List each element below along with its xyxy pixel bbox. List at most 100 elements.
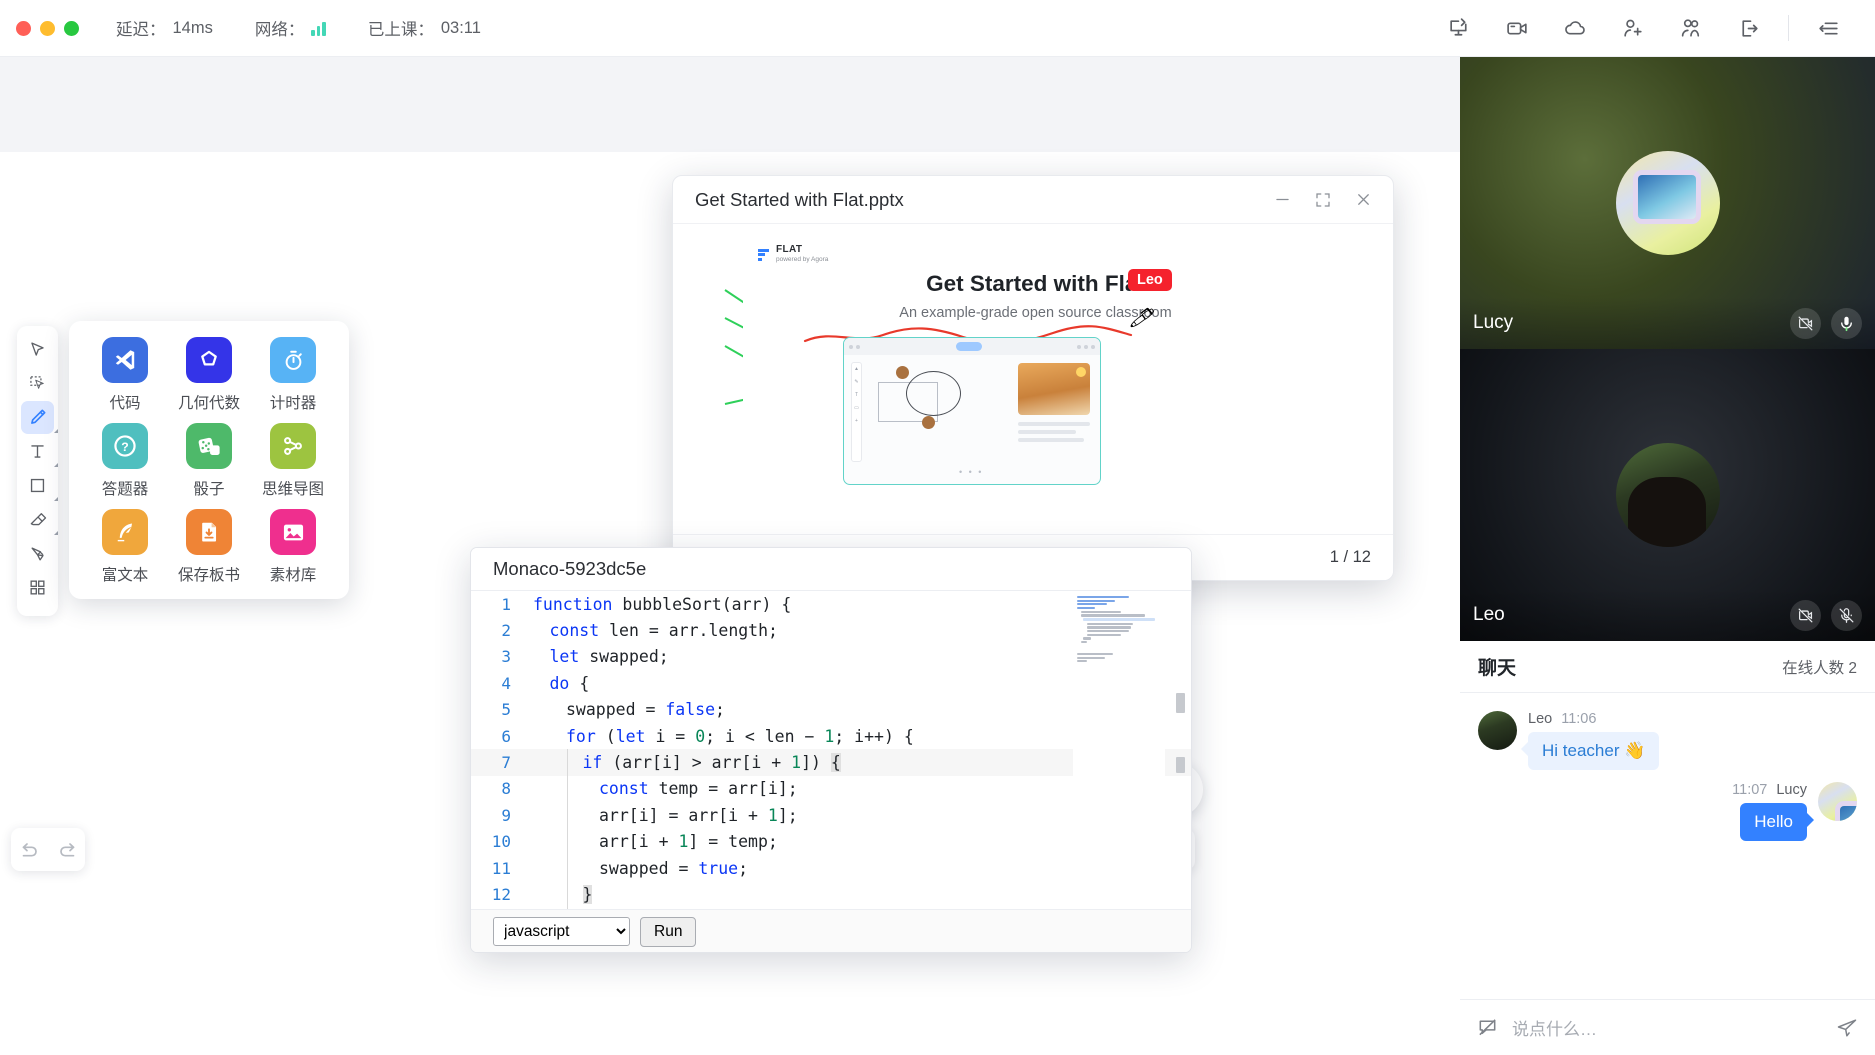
shape-options-corner[interactable] [54,497,58,501]
users-icon[interactable] [1662,6,1720,50]
message-sender: Leo [1528,711,1552,727]
save-board-icon [186,509,232,555]
app-label: 骰子 [193,477,224,499]
code-scrollbar[interactable] [1173,591,1187,909]
ban-chat-icon[interactable] [1476,1016,1499,1039]
mindmap-icon [270,423,316,469]
clean-tool[interactable] [21,537,54,570]
video-tile-leo[interactable]: Leo [1460,349,1875,641]
app-item-timer[interactable]: 计时器 [251,337,335,413]
invite-user-icon[interactable] [1604,6,1662,50]
app-label: 保存板书 [178,563,240,585]
record-video-icon[interactable] [1488,6,1546,50]
exit-icon[interactable] [1720,6,1778,50]
cursor-tool[interactable] [21,333,54,366]
latency-value: 14ms [173,19,213,38]
code-editor[interactable]: 1function bubbleSort(arr) {2const len = … [471,591,1191,909]
cloud-storage-icon[interactable] [1546,6,1604,50]
language-select[interactable]: javascriptpythonjavatypescript [493,917,630,946]
microphone-on-icon[interactable] [1831,308,1862,339]
app-item-media-library[interactable]: 素材库 [251,509,335,585]
chat-header: 聊天 在线人数 2 [1460,641,1875,693]
app-item-quiz[interactable]: ? 答题器 [83,423,167,499]
run-button[interactable]: Run [640,917,696,947]
camera-off-icon[interactable] [1790,308,1821,339]
flat-logo-name: FLAT [776,245,828,255]
chat-input[interactable]: 说点什么… [1512,1015,1822,1040]
network-signal-icon [311,21,326,36]
svg-text:?: ? [121,440,128,454]
message-time: 11:06 [1561,711,1596,727]
send-icon[interactable] [1835,1016,1859,1040]
code-minimap[interactable] [1073,591,1165,909]
mock-circle-shape [906,371,961,416]
code-icon [102,337,148,383]
dice-icon [186,423,232,469]
avatar [1616,443,1720,547]
apps-tool[interactable] [21,571,54,604]
slide-mock-window: ▲✎T▭+ • • • [843,337,1101,485]
shape-tool[interactable] [21,469,54,502]
code-line-text: arr[i] = arr[i + 1]; [533,806,798,825]
code-scroll-thumb-1[interactable] [1176,693,1185,713]
flat-mark-icon [758,248,771,261]
ppt-maximize-button[interactable] [1314,191,1332,209]
quiz-icon: ? [102,423,148,469]
apps-panel: 代码 几何代数 计时器 ? 答题器 骰子 [69,321,349,599]
slide-heading: Get Started with Flat [743,271,1328,297]
eraser-tool[interactable] [21,503,54,536]
collapse-panel-icon[interactable] [1799,6,1857,50]
app-item-dice[interactable]: 骰子 [167,423,251,499]
whiteboard-top-strip [0,57,1460,152]
ppt-title: Get Started with Flat.pptx [695,189,904,211]
video-tile-lucy[interactable]: Lucy [1460,57,1875,349]
richtext-icon [102,509,148,555]
chat-messages[interactable]: Leo 11:06 Hi teacher 👋 11:07 Lucy Hello [1460,693,1875,981]
microphone-off-icon[interactable] [1831,600,1862,631]
app-item-mindmap[interactable]: 思维导图 [251,423,335,499]
share-screen-icon[interactable] [1430,6,1488,50]
app-item-save-board[interactable]: 保存板书 [167,509,251,585]
code-window[interactable]: Monaco-5923dc5e 1function bubbleSort(arr… [470,547,1192,953]
chat-message: 11:07 Lucy Hello [1478,782,1857,841]
close-window-button[interactable] [16,21,31,36]
timer-icon [270,337,316,383]
ppt-minimize-button[interactable] [1273,190,1292,209]
undo-icon[interactable] [18,838,42,862]
video-tile-bar: Lucy [1460,297,1875,349]
ppt-close-button[interactable] [1354,190,1373,209]
minimize-window-button[interactable] [40,21,55,36]
message-bubble: Hello [1740,803,1807,841]
maximize-window-button[interactable] [64,21,79,36]
code-line-number: 8 [471,779,533,798]
status-group: 延迟： 14ms 网络： 已上课： 03:11 [116,16,481,40]
code-scroll-thumb-2[interactable] [1176,757,1185,773]
code-window-title: Monaco-5923dc5e [493,558,646,580]
app-item-geogebra[interactable]: 几何代数 [167,337,251,413]
class-time-label: 已上课： [368,16,434,40]
camera-off-icon[interactable] [1790,600,1821,631]
app-item-richtext[interactable]: 富文本 [83,509,167,585]
mock-page-dots: • • • [959,467,983,477]
whiteboard-toolbar [17,326,58,616]
redo-icon[interactable] [55,838,79,862]
mock-text-lines [1018,422,1090,446]
code-line-text: const len = arr.length; [533,621,778,640]
flat-logo-sub: powered by Agora [776,257,828,264]
class-time-status: 已上课： 03:11 [368,16,481,40]
ppt-slide-viewport[interactable]: FLAT powered by Agora Get Started with F… [673,224,1393,534]
flat-logo: FLAT powered by Agora [758,245,828,264]
text-tool[interactable] [21,435,54,468]
ppt-window[interactable]: Get Started with Flat.pptx [672,175,1394,581]
app-item-code[interactable]: 代码 [83,337,167,413]
app-label: 几何代数 [178,391,240,413]
code-line-number: 2 [471,621,533,640]
eraser-options-corner[interactable] [54,531,58,535]
pencil-tool[interactable] [21,401,54,434]
app-label: 富文本 [102,563,149,585]
ppt-title-bar: Get Started with Flat.pptx [673,176,1393,224]
code-line-text: swapped = true; [533,859,748,878]
selection-tool[interactable] [21,367,54,400]
pencil-options-corner[interactable] [54,429,58,433]
text-options-corner[interactable] [54,463,58,467]
